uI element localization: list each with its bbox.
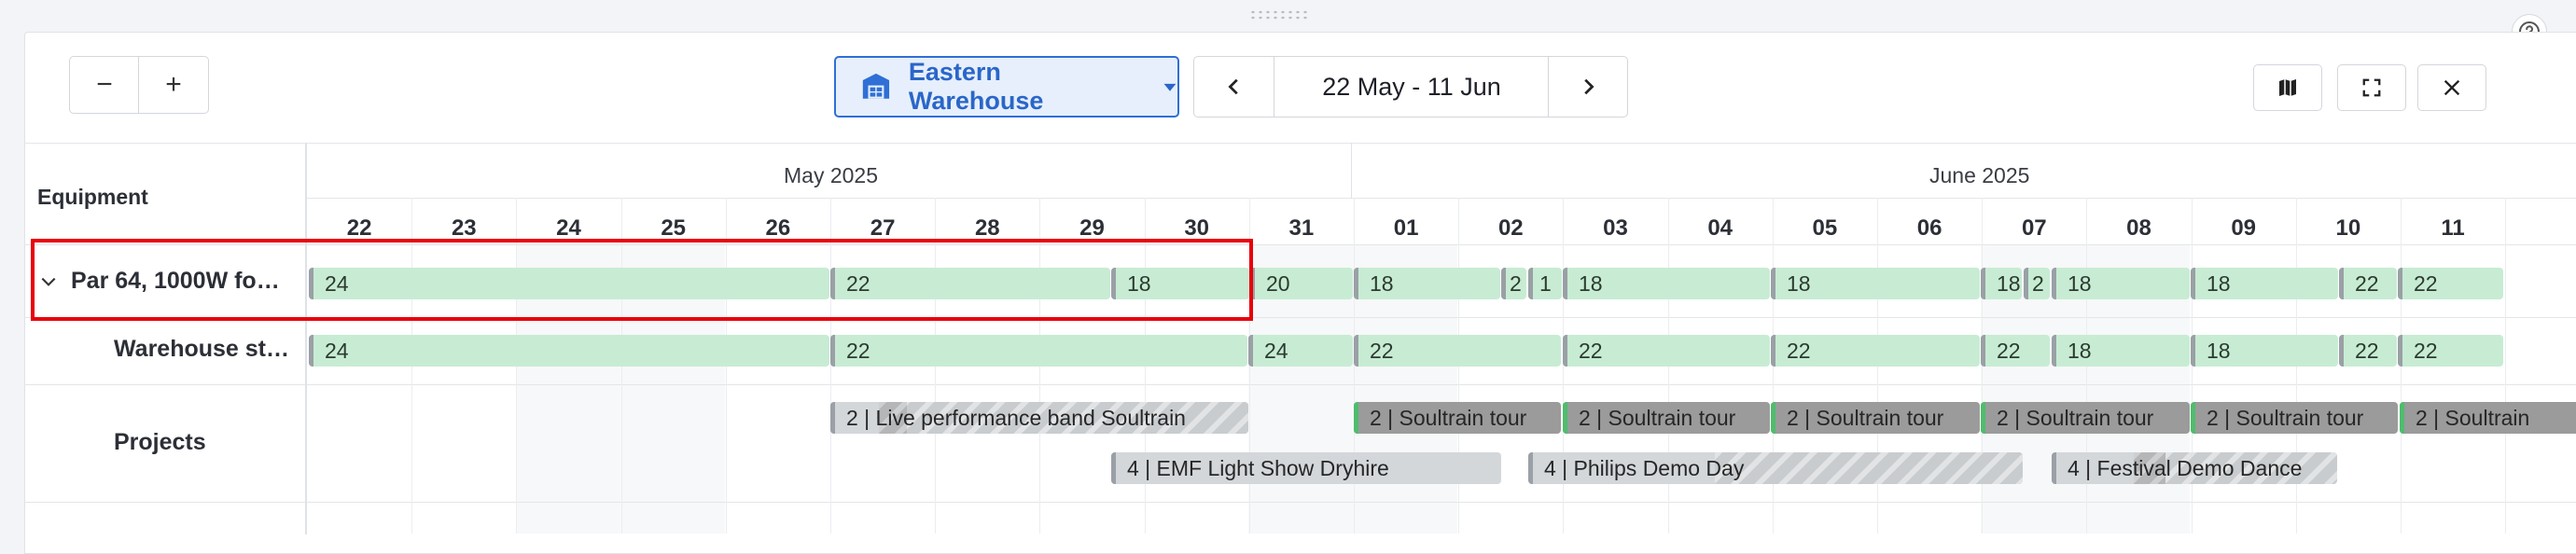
stock-bar[interactable]: 22	[1354, 335, 1561, 367]
day-label: 24	[556, 215, 581, 241]
project-bar[interactable]: 2 | Soultrain tour	[1354, 402, 1561, 434]
next-period-button[interactable]	[1548, 56, 1628, 118]
availability-bar[interactable]: 18	[1981, 268, 2022, 299]
stock-bar[interactable]: 22	[1981, 335, 2050, 367]
divider	[24, 143, 2576, 144]
stock-bar[interactable]: 22	[1563, 335, 1770, 367]
availability-bar[interactable]: 22	[2339, 268, 2397, 299]
day-label: 11	[2441, 215, 2465, 241]
warehouse-stock-label: Warehouse st…	[114, 336, 290, 362]
caret-down-icon	[1163, 83, 1177, 91]
stock-bar[interactable]: 18	[2191, 335, 2338, 367]
day-label: 06	[1916, 215, 1942, 241]
divider	[1351, 143, 1352, 199]
availability-bar[interactable]: 18	[2052, 268, 2190, 299]
zoom-in-button[interactable]: +	[138, 56, 209, 114]
day-label: 08	[2126, 215, 2151, 241]
month-label-june: June 2025	[1929, 163, 2030, 187]
availability-bar[interactable]: 2	[2024, 268, 2050, 299]
drag-handle[interactable]	[1249, 9, 1309, 21]
day-label: 27	[870, 215, 896, 241]
day-label: 23	[451, 215, 477, 241]
stock-bar[interactable]: 22	[830, 335, 1247, 367]
stock-bar[interactable]: 22	[2398, 335, 2503, 367]
plus-icon: +	[165, 69, 182, 100]
day-label: 28	[974, 215, 1000, 241]
project-bar[interactable]: 2 | Live performance band Soultrain	[830, 402, 1248, 434]
availability-bar[interactable]: 18	[2191, 268, 2338, 299]
highlight-box	[31, 239, 1253, 321]
project-bar[interactable]: 2 | Soultrain tour	[1771, 402, 1980, 434]
warehouse-icon	[862, 73, 890, 99]
day-label: 01	[1393, 215, 1419, 241]
date-range-label[interactable]: 22 May - 11 Jun	[1274, 56, 1550, 118]
availability-bar[interactable]: 18	[1354, 268, 1500, 299]
day-label: 04	[1707, 215, 1734, 241]
fullscreen-button[interactable]	[2337, 64, 2406, 111]
warehouse-label: Eastern Warehouse	[908, 58, 1044, 115]
warehouse-select[interactable]: Eastern Warehouse	[834, 56, 1179, 118]
project-bar[interactable]: 2 | Soultrain	[2400, 402, 2576, 434]
stock-bar[interactable]: 22	[2339, 335, 2397, 367]
availability-bar[interactable]: 1	[1528, 268, 1562, 299]
project-bar[interactable]: 2 | Soultrain tour	[1563, 402, 1770, 434]
divider	[24, 502, 2576, 503]
day-label: 09	[2231, 215, 2257, 241]
day-label: 02	[1497, 215, 1524, 241]
day-label: 31	[1288, 215, 1315, 241]
project-bar[interactable]: 2 | Soultrain tour	[2191, 402, 2398, 434]
chevron-right-icon	[1584, 78, 1594, 95]
day-label: 07	[2021, 215, 2047, 241]
fullscreen-icon	[2362, 78, 2381, 97]
day-label: 30	[1184, 215, 1210, 241]
month-label-may: May 2025	[784, 163, 879, 187]
project-bar[interactable]: 4 | EMF Light Show Dryhire	[1111, 452, 1501, 484]
availability-bar[interactable]: 20	[1250, 268, 1353, 299]
stock-bar[interactable]: 24	[309, 335, 829, 367]
date-navigation: 22 May - 11 Jun	[1193, 56, 1628, 118]
minus-icon: −	[96, 69, 113, 100]
chevron-left-icon	[1228, 78, 1238, 95]
stock-bar[interactable]: 18	[2052, 335, 2190, 367]
divider	[307, 198, 2576, 199]
day-label: 25	[661, 215, 687, 241]
map-button[interactable]	[2253, 64, 2322, 111]
stock-bar[interactable]: 22	[1771, 335, 1980, 367]
close-icon	[2444, 79, 2460, 96]
day-label: 03	[1603, 215, 1628, 241]
equipment-column-header: Equipment	[37, 185, 148, 209]
day-label: 29	[1079, 215, 1105, 241]
close-button[interactable]	[2417, 64, 2486, 111]
previous-period-button[interactable]	[1193, 56, 1275, 118]
availability-bar[interactable]: 18	[1771, 268, 1980, 299]
day-label: 26	[765, 215, 791, 241]
project-bar[interactable]: 4 | Philips Demo Day	[1528, 452, 2023, 484]
availability-bar[interactable]: 22	[2398, 268, 2503, 299]
project-bar[interactable]: 2 | Soultrain tour	[1981, 402, 2190, 434]
divider	[305, 143, 307, 534]
availability-bar[interactable]: 2	[1501, 268, 1526, 299]
map-icon	[2279, 79, 2296, 96]
day-label: 22	[346, 215, 372, 241]
day-label: 05	[1812, 215, 1838, 241]
project-bar[interactable]: 4 | Festival Demo Dance	[2052, 452, 2337, 484]
divider	[24, 384, 2576, 385]
availability-bar[interactable]: 18	[1563, 268, 1770, 299]
day-column-line	[2505, 198, 2507, 533]
day-label: 10	[2335, 215, 2361, 241]
stock-bar[interactable]: 24	[1248, 335, 1353, 367]
zoom-out-button[interactable]: −	[69, 56, 140, 114]
projects-label: Projects	[114, 429, 206, 455]
